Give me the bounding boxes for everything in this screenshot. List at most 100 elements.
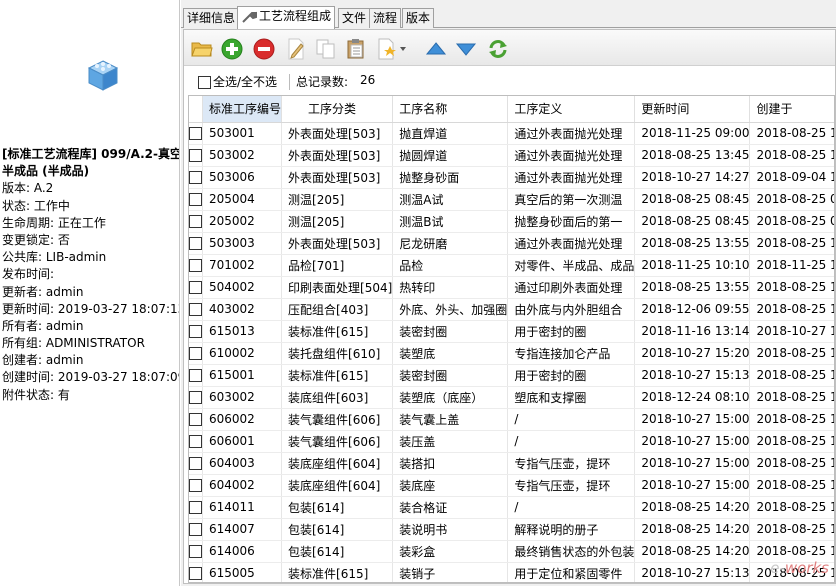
table-row[interactable]: 503003 外表面处理[503] 尼龙研磨 通过外表面抛光处理 2018-08-25 … — [189, 232, 834, 255]
table-row[interactable]: 614011 包装[614] 装合格证/2018-08-25 14:20 2018-0… — [189, 496, 834, 519]
cell-definition: 通过外表面抛光处理 — [507, 232, 636, 255]
table-row[interactable]: 615001 装标准件[615] 装密封圈 用于密封的圈 2018-10-27 15:1… — [189, 364, 834, 387]
column-header-definition[interactable]: 工序定义 — [507, 96, 636, 123]
cell-standard-no: 701002 — [202, 254, 283, 277]
table-row[interactable]: 503006 外表面处理[503] 抛整身砂面 通过外表面抛光处理 2018-10-27… — [189, 166, 834, 189]
table-row[interactable]: 205002 测温[205] 测温B试 抛整身砂面后的第一 2018-08-25 08:… — [189, 210, 834, 233]
row-checkbox[interactable] — [189, 215, 202, 228]
table-header-row: 标准工序编号 工序分类 工序名称 工序定义 更新时间 创建于 — [189, 96, 834, 123]
cell-definition: 由外底与内外胆组合 — [507, 298, 636, 321]
row-checkbox[interactable] — [189, 149, 202, 162]
cell-definition: 用于定位和紧固零件 — [507, 562, 636, 582]
cell-definition: 最终销售状态的外包装 — [507, 540, 636, 563]
column-header-standard-no[interactable]: 标准工序编号 — [202, 96, 283, 123]
row-checkbox-cell — [189, 496, 203, 519]
row-checkbox[interactable] — [189, 545, 202, 558]
remove-icon[interactable] — [252, 37, 276, 61]
row-checkbox[interactable] — [189, 435, 202, 448]
row-checkbox-cell — [189, 144, 203, 167]
table-row[interactable]: 503002 外表面处理[503] 抛圆焊道 通过外表面抛光处理 2018-08-25 … — [189, 144, 834, 167]
tab-workflow[interactable]: 流程 — [369, 8, 402, 28]
table-row[interactable]: 606002 装气囊组件[606] 装气囊上盖/2018-10-27 15:00 20… — [189, 408, 834, 431]
column-header-name[interactable]: 工序名称 — [392, 96, 509, 123]
table-row[interactable]: 603002 装底组件[603] 装塑底（底座） 塑底和支撑圈 2018-12-24 0… — [189, 386, 834, 409]
open-folder-icon[interactable] — [190, 37, 214, 61]
table-row[interactable]: 504002 印刷表面处理[504] 热转印 通过印刷外表面处理 2018-08-25 … — [189, 276, 834, 299]
row-checkbox[interactable] — [189, 259, 202, 272]
item-subtitle: 半成品 (半成品) — [2, 164, 90, 179]
row-checkbox-cell — [189, 232, 203, 255]
row-checkbox[interactable] — [189, 281, 202, 294]
row-checkbox[interactable] — [189, 193, 202, 206]
cell-name: 外底、外头、加强圈 — [392, 298, 509, 321]
row-checkbox[interactable] — [189, 413, 202, 426]
table-row[interactable]: 615013 装标准件[615] 装密封圈 用于密封的圈 2018-11-16 13:1… — [189, 320, 834, 343]
new-document-icon[interactable] — [376, 37, 410, 61]
property-line: 发布时间: — [2, 267, 55, 282]
cell-standard-no: 205004 — [202, 188, 283, 211]
cell-created: 2018-08-25 13:55 — [749, 232, 834, 255]
cell-created: 2018-09-04 14:00 — [749, 166, 834, 189]
column-header-category[interactable]: 工序分类 — [281, 96, 394, 123]
cell-category: 测温[205] — [281, 188, 394, 211]
cell-definition: 专指气压壶，提环 — [507, 452, 636, 475]
cell-updated: 2018-10-27 14:27 — [634, 166, 751, 189]
cell-name: 装说明书 — [392, 518, 509, 541]
row-checkbox[interactable] — [189, 369, 202, 382]
tab-details[interactable]: 详细信息 — [183, 8, 240, 28]
item-properties: [标准工艺流程库] 099/A.2-真空保 半成品 (半成品) 版本: A.2 状态:… — [2, 146, 179, 404]
select-all-checkbox[interactable] — [198, 76, 211, 89]
tab-files[interactable]: 文件 — [338, 8, 371, 28]
table-row[interactable]: 604003 装底座组件[604] 装搭扣 专指气压壶，提环 2018-10-27 15… — [189, 452, 834, 475]
column-header-updated[interactable]: 更新时间 — [634, 96, 751, 123]
row-checkbox[interactable] — [189, 347, 202, 360]
cell-category: 测温[205] — [281, 210, 394, 233]
table-row[interactable]: 610002 装托盘组件[610] 装塑底 专指连接加仑产品 2018-10-27 15… — [189, 342, 834, 365]
row-checkbox-cell — [189, 210, 203, 233]
table-row[interactable]: 606001 装气囊组件[606] 装压盖/2018-10-27 15:00 2018… — [189, 430, 834, 453]
table-row[interactable]: 604002 装底座组件[604] 装底座 专指气压壶，提环 2018-10-27 15… — [189, 474, 834, 497]
cell-definition: / — [507, 408, 636, 431]
edit-icon[interactable] — [284, 37, 308, 61]
property-line: 公共库: LIB-admin — [2, 250, 107, 265]
table-row[interactable]: 403002 压配组合[403] 外底、外头、加强圈 由外底与内外胆组合 2018-12… — [189, 298, 834, 321]
table-row[interactable]: 701002 品检[701] 品检 对零件、半成品、成品 2018-11-25 10:1… — [189, 254, 834, 277]
cell-name: 装销子 — [392, 562, 509, 582]
cell-name: 装密封圈 — [392, 320, 509, 343]
column-header-created[interactable]: 创建于 — [749, 96, 834, 123]
property-line: 创建者: admin — [2, 353, 84, 368]
row-checkbox[interactable] — [189, 457, 202, 470]
row-checkbox[interactable] — [189, 237, 202, 250]
cell-created: 2018-08-25 13:55 — [749, 276, 834, 299]
row-checkbox[interactable] — [189, 501, 202, 514]
tab-versions[interactable]: 版本 — [402, 8, 435, 28]
tab-process-composition[interactable]: 工艺流程组成 — [237, 6, 336, 29]
table-row[interactable]: 615005 装标准件[615] 装销子 用于定位和紧固零件 2018-10-27 15… — [189, 562, 834, 582]
refresh-icon[interactable] — [486, 37, 510, 61]
cell-created: 2018-08-25 14:20 — [749, 518, 834, 541]
copy-icon[interactable] — [314, 37, 338, 61]
row-checkbox[interactable] — [189, 303, 202, 316]
paste-icon[interactable] — [344, 37, 368, 61]
table-row[interactable]: 503001 外表面处理[503] 抛直焊道 通过外表面抛光处理 2018-11-25 … — [189, 122, 834, 145]
table-row[interactable]: 614006 包装[614] 装彩盒 最终销售状态的外包装 2018-08-25 14:… — [189, 540, 834, 563]
row-checkbox[interactable] — [189, 523, 202, 536]
row-checkbox[interactable] — [189, 391, 202, 404]
watermark: e-works — [770, 559, 829, 577]
cell-updated: 2018-08-25 14:20 — [634, 496, 751, 519]
table-row[interactable]: 205004 测温[205] 测温A试 真空后的第一次测温 2018-08-25 08:… — [189, 188, 834, 211]
item-info-panel: [标准工艺流程库] 099/A.2-真空保 半成品 (半成品) 版本: A.2 状态:… — [0, 0, 180, 586]
row-checkbox[interactable] — [189, 171, 202, 184]
add-icon[interactable] — [220, 37, 244, 61]
row-checkbox[interactable] — [189, 479, 202, 492]
table-row[interactable]: 614007 包装[614] 装说明书 解释说明的册子 2018-08-25 14:20… — [189, 518, 834, 541]
row-checkbox-cell — [189, 276, 203, 299]
cell-updated: 2018-11-25 09:00 — [634, 122, 751, 145]
cell-definition: / — [507, 496, 636, 519]
cell-definition: 对零件、半成品、成品 — [507, 254, 636, 277]
row-checkbox[interactable] — [189, 127, 202, 140]
move-down-icon[interactable] — [454, 37, 478, 61]
row-checkbox[interactable] — [189, 325, 202, 338]
move-up-icon[interactable] — [424, 37, 448, 61]
row-checkbox[interactable] — [189, 567, 202, 580]
